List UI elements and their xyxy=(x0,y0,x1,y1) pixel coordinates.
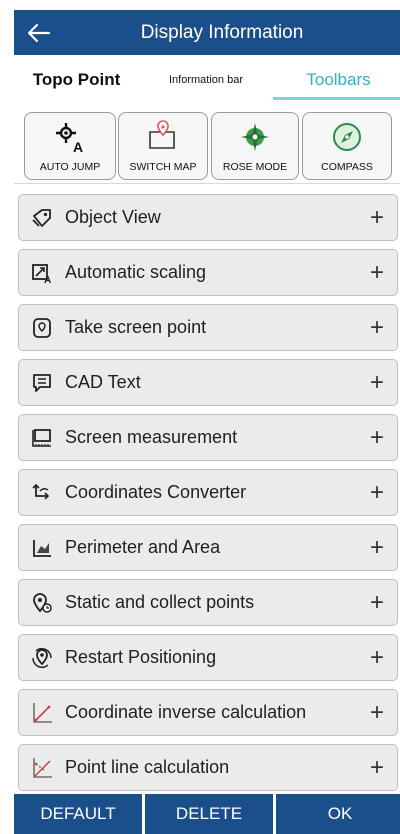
add-icon[interactable]: + xyxy=(357,644,397,672)
list-item-restart-positioning[interactable]: Restart Positioning + xyxy=(18,634,398,681)
list-item-screen-measurement[interactable]: Screen measurement + xyxy=(18,414,398,461)
add-icon[interactable]: + xyxy=(357,589,397,617)
auto-jump-label: AUTO JUMP xyxy=(39,161,101,173)
tab-topo-point[interactable]: Topo Point xyxy=(14,58,139,102)
compass-icon xyxy=(333,123,361,151)
bottom-action-bar: DEFAULT DELETE OK xyxy=(14,794,400,834)
list-item-label: Point line calculation xyxy=(65,757,230,777)
take-screen-point-icon xyxy=(33,317,51,338)
delete-button[interactable]: DELETE xyxy=(145,794,273,834)
list-item-label: Perimeter and Area xyxy=(65,537,221,557)
rose-mode-button[interactable]: ROSE MODE xyxy=(211,112,299,180)
tab-toolbars[interactable]: Toolbars xyxy=(273,58,400,102)
list-item-cad-text[interactable]: CAD Text + xyxy=(18,359,398,406)
add-icon[interactable]: + xyxy=(357,534,397,562)
toolbar-row: A AUTO JUMP SWITCH MAP ROSE MODE COMPASS xyxy=(14,108,400,184)
list-item-label: Static and collect points xyxy=(65,592,255,612)
perimeter-area-icon xyxy=(33,539,51,557)
list-item-coordinate-inverse-calculation[interactable]: Coordinate inverse calculation + xyxy=(18,689,398,736)
app-header: Display Information xyxy=(14,10,400,55)
list-item-label: Automatic scaling xyxy=(65,262,207,282)
automatic-scaling-icon: A xyxy=(32,263,51,284)
switch-map-button[interactable]: SWITCH MAP xyxy=(118,112,208,180)
list-item-label: Object View xyxy=(65,207,161,227)
list-item-label: Screen measurement xyxy=(65,427,238,447)
restart-positioning-icon xyxy=(32,647,52,668)
list-item-label: Restart Positioning xyxy=(65,647,217,667)
back-arrow-icon xyxy=(27,23,51,42)
compass-label: COMPASS xyxy=(321,161,373,173)
tab-bar: Topo Point Information bar Toolbars xyxy=(14,58,400,102)
list-item-label: Take screen point xyxy=(65,317,207,337)
list-item-automatic-scaling[interactable]: A Automatic scaling + xyxy=(18,249,398,296)
ok-button[interactable]: OK xyxy=(276,794,400,834)
list-item-object-view[interactable]: Object View + xyxy=(18,194,398,241)
list-item-label: Coordinate inverse calculation xyxy=(65,702,307,722)
svg-text:A: A xyxy=(73,139,83,154)
cad-text-icon xyxy=(33,373,51,392)
rose-mode-icon xyxy=(241,123,269,151)
point-line-calculation-icon xyxy=(33,757,52,778)
static-collect-icon xyxy=(33,592,52,613)
switch-map-icon xyxy=(149,120,175,149)
list-item-take-screen-point[interactable]: Take screen point + xyxy=(18,304,398,351)
auto-jump-button[interactable]: A AUTO JUMP xyxy=(24,112,116,180)
auto-jump-icon: A xyxy=(56,123,83,154)
add-icon[interactable]: + xyxy=(357,479,397,507)
coordinates-converter-icon xyxy=(32,483,50,500)
rose-mode-label: ROSE MODE xyxy=(222,161,288,173)
back-button[interactable] xyxy=(14,10,64,55)
default-button[interactable]: DEFAULT xyxy=(14,794,142,834)
list-item-label: Coordinates Converter xyxy=(65,482,247,502)
object-view-icon xyxy=(32,208,51,227)
list-item-coordinates-converter[interactable]: Coordinates Converter + xyxy=(18,469,398,516)
list-item-point-line-calculation[interactable]: Point line calculation + xyxy=(18,744,398,791)
tab-information-bar[interactable]: Information bar xyxy=(139,58,273,102)
add-icon[interactable]: + xyxy=(357,369,397,397)
add-icon[interactable]: + xyxy=(357,204,397,232)
list-item-perimeter-and-area[interactable]: Perimeter and Area + xyxy=(18,524,398,571)
screen-measurement-icon xyxy=(32,428,51,447)
add-icon[interactable]: + xyxy=(357,424,397,452)
switch-map-label: SWITCH MAP xyxy=(129,161,197,173)
list-item-label: CAD Text xyxy=(65,372,141,392)
list-item-static-collect-points[interactable]: Static and collect points + xyxy=(18,579,398,626)
inverse-calculation-icon xyxy=(33,702,52,723)
add-icon[interactable]: + xyxy=(357,314,397,342)
compass-button[interactable]: COMPASS xyxy=(302,112,392,180)
svg-text:A: A xyxy=(44,275,51,284)
page-title: Display Information xyxy=(140,21,304,43)
add-icon[interactable]: + xyxy=(357,754,397,782)
add-icon[interactable]: + xyxy=(357,699,397,727)
add-icon[interactable]: + xyxy=(357,259,397,287)
